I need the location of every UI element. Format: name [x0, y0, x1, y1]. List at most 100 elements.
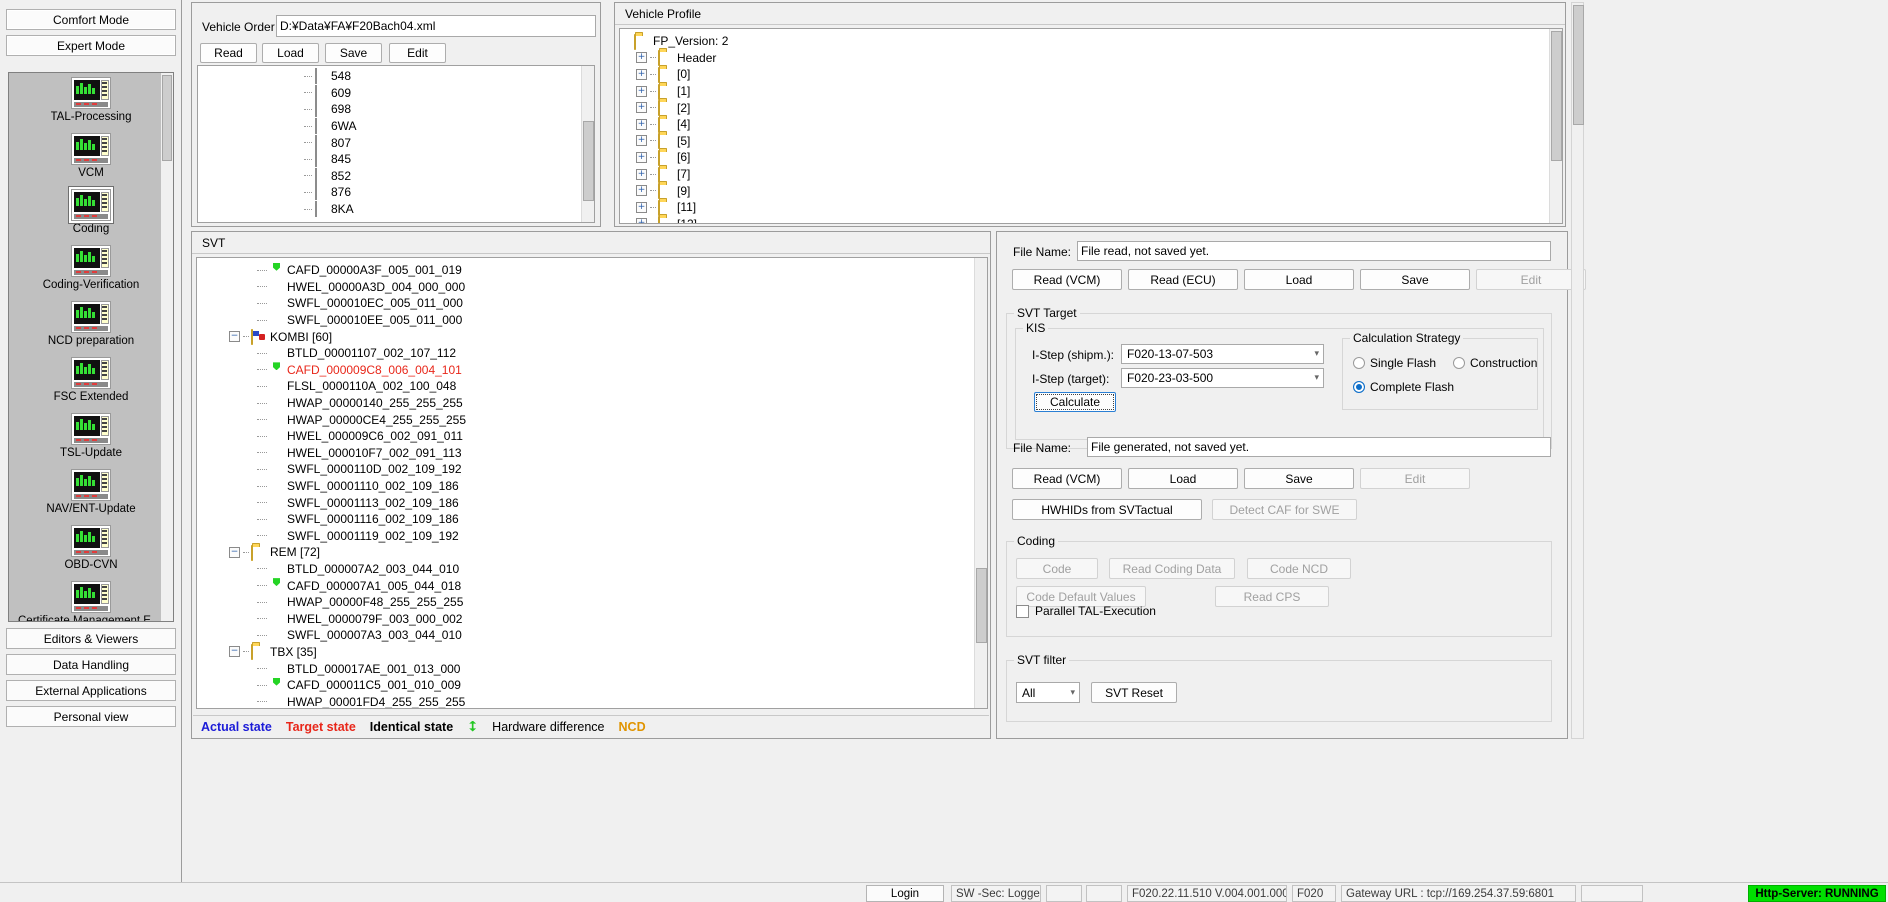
expand-icon[interactable]: + [636, 102, 647, 114]
istep-target-select[interactable]: F020-23-03-500 ▾ [1121, 368, 1324, 388]
svt-target-detect-caf-for-swe-button[interactable]: Detect CAF for SWE [1212, 499, 1357, 520]
vehicle-order-item[interactable]: 807 [198, 134, 594, 151]
coding-code-button[interactable]: Code [1016, 558, 1098, 579]
vehicle-order-item[interactable]: 845 [198, 151, 594, 168]
main-vertical-scrollbar[interactable] [1571, 2, 1584, 739]
vehicle-profile-node[interactable]: + [4] [624, 116, 1562, 133]
vehicle-profile-node[interactable]: + [12] [624, 216, 1562, 223]
vehicle-order-item[interactable]: 548 [198, 68, 594, 85]
svt-scrollbar-thumb[interactable] [976, 568, 987, 643]
vehicle-order-item[interactable]: 852 [198, 167, 594, 185]
sidebar-button-external-applications[interactable]: External Applications [6, 680, 176, 701]
sidebar-scrollbar-thumb[interactable] [162, 75, 172, 161]
sidebar-button-editors-viewers[interactable]: Editors & Viewers [6, 628, 176, 649]
svt-tree-row[interactable]: HWAP_00000140_255_255_255 [219, 395, 987, 412]
vehicle-order-item[interactable]: 6WA [198, 118, 594, 135]
vehicle-order-item[interactable]: 698 [198, 101, 594, 118]
vehicle-profile-node[interactable]: + [1] [624, 83, 1562, 100]
vehicle-order-save-button[interactable]: Save [325, 43, 382, 63]
svt-tree-row[interactable]: SWFL_000007A3_003_044_010 [219, 627, 987, 644]
coding-code-ncd-button[interactable]: Code NCD [1247, 558, 1351, 579]
function-icon-list[interactable]: TAL-Processing VCM Coding Coding-Verificati… [8, 72, 174, 622]
expand-icon[interactable]: + [636, 168, 647, 180]
svt-tree-row[interactable]: SWFL_0000110D_002_109_192 [219, 461, 987, 478]
svt-tree-row[interactable]: HWAP_00000CE4_255_255_255 [219, 411, 987, 428]
parallel-tal-execution-checkbox[interactable]: Parallel TAL-Execution [1016, 604, 1156, 618]
istep-shipm-select[interactable]: F020-13-07-503 ▾ [1121, 344, 1324, 364]
svt-actual-read-ecu-button[interactable]: Read (ECU) [1128, 269, 1238, 290]
svt-scrollbar[interactable] [974, 258, 987, 708]
svt-tree-row[interactable]: SWFL_00001119_002_109_192 [219, 528, 987, 545]
vehicle-order-item[interactable]: 876 [198, 184, 594, 201]
vehicle-order-edit-button[interactable]: Edit [389, 43, 446, 63]
vehicle-profile-node[interactable]: + [6] [624, 149, 1562, 166]
svt-tree-row[interactable]: SWFL_00001116_002_109_186 [219, 511, 987, 528]
svt-tree-row[interactable]: HWEL_000010F7_002_091_113 [219, 445, 987, 462]
expand-icon[interactable]: + [636, 52, 647, 64]
vehicle-profile-node[interactable]: + [7] [624, 166, 1562, 183]
calc-strategy-radio-complete-flash[interactable]: Complete Flash [1353, 380, 1454, 394]
sidebar-button-data-handling[interactable]: Data Handling [6, 654, 176, 675]
expand-icon[interactable]: + [636, 118, 647, 130]
vehicle-order-listbox[interactable]: 548 609 698 6WA 807 845 852 876 8KA [197, 65, 595, 223]
svt-target-save-button[interactable]: Save [1244, 468, 1354, 489]
vehicle-order-scrollbar-thumb[interactable] [583, 121, 594, 201]
svt-actual-read-vcm-button[interactable]: Read (VCM) [1012, 269, 1122, 290]
vehicle-order-item[interactable]: 8KA [198, 201, 594, 218]
svt-tree-row[interactable]: − KOMBI [60] [219, 328, 987, 346]
svt-tree-row[interactable]: SWFL_00001113_002_109_186 [219, 494, 987, 511]
expand-icon[interactable]: + [636, 218, 647, 223]
svt-tree-row[interactable]: HWEL_0000079F_003_000_002 [219, 610, 987, 627]
svt-target-hwhids-from-svtactual-button[interactable]: HWHIDs from SVTactual [1012, 499, 1202, 520]
sidebar-icon-fsc-extended[interactable]: FSC Extended [17, 357, 165, 403]
svt-tree-row[interactable]: SWFL_00001110_002_109_186 [219, 478, 987, 495]
expand-icon[interactable]: + [636, 185, 647, 197]
sidebar-icon-coding[interactable]: Coding [17, 189, 165, 235]
sidebar-icon-tal-processing[interactable]: TAL-Processing [17, 77, 165, 123]
coding-read-coding-data-button[interactable]: Read Coding Data [1109, 558, 1235, 579]
sidebar-icon-vcm[interactable]: VCM [17, 133, 165, 179]
svt-tree-row[interactable]: CAFD_000009C8_006_004_101 [219, 362, 987, 379]
vehicle-profile-root[interactable]: FP_Version: 2 [624, 33, 1562, 50]
vehicle-order-path-input[interactable]: D:¥Data¥FA¥F20Bach04.xml [276, 15, 596, 37]
vehicle-profile-node[interactable]: + [9] [624, 182, 1562, 200]
calc-strategy-radio-construction[interactable]: Construction [1453, 356, 1537, 370]
sidebar-icon-ncd-preparation[interactable]: NCD preparation [17, 301, 165, 347]
vehicle-profile-node[interactable]: + [0] [624, 66, 1562, 83]
svt-tree-row[interactable]: CAFD_000007A1_005_044_018 [219, 577, 987, 594]
svt-tree-row[interactable]: BTLD_00001107_002_107_112 [219, 345, 987, 362]
expand-icon[interactable]: + [636, 151, 647, 163]
svt-target-load-button[interactable]: Load [1128, 468, 1238, 489]
vehicle-order-item[interactable]: 609 [198, 84, 594, 102]
svt-tree-row[interactable]: − TBX [35] [219, 644, 987, 661]
vehicle-profile-listbox[interactable]: FP_Version: 2 + Header + [0] + [1] + [2] + [4] + [5]… [619, 28, 1563, 224]
svt-target-read-vcm-button[interactable]: Read (VCM) [1012, 468, 1122, 489]
vehicle-order-load-button[interactable]: Load [262, 43, 319, 63]
svt-reset-button[interactable]: SVT Reset [1091, 682, 1177, 703]
svt-tree-row[interactable]: HWAP_00001FD4_255_255_255 [219, 693, 987, 708]
vehicle-profile-scrollbar-thumb[interactable] [1551, 31, 1562, 161]
sidebar-icon-obd-cvn[interactable]: OBD-CVN [17, 525, 165, 571]
svt-tree-row[interactable]: CAFD_00000A3F_005_001_019 [219, 262, 987, 279]
vehicle-order-read-button[interactable]: Read [200, 43, 257, 63]
sidebar-icon-tsl-update[interactable]: TSL-Update [17, 413, 165, 459]
svt-target-edit-button[interactable]: Edit [1360, 468, 1470, 489]
file-name-input-1[interactable]: File read, not saved yet. [1077, 241, 1551, 261]
svt-actual-load-button[interactable]: Load [1244, 269, 1354, 290]
sidebar-icon-certificate-management-exte[interactable]: Certificate Management Exte... [17, 581, 165, 621]
expand-icon[interactable]: + [636, 135, 647, 147]
sidebar-button-personal-view[interactable]: Personal view [6, 706, 176, 727]
vehicle-profile-node[interactable]: + [11] [624, 199, 1562, 216]
calc-strategy-radio-single-flash[interactable]: Single Flash [1353, 356, 1436, 370]
collapse-icon[interactable]: − [229, 646, 240, 658]
vehicle-profile-node[interactable]: + Header [624, 50, 1562, 67]
vehicle-profile-scrollbar[interactable] [1549, 29, 1562, 223]
vehicle-profile-node[interactable]: + [5] [624, 133, 1562, 150]
collapse-icon[interactable]: − [229, 546, 240, 558]
svt-actual-edit-button[interactable]: Edit [1476, 269, 1586, 290]
expert-mode-button[interactable]: Expert Mode [6, 35, 176, 56]
svt-tree-row[interactable]: HWEL_00000A3D_004_000_000 [219, 279, 987, 296]
svt-tree-row[interactable]: CAFD_000011C5_001_010_009 [219, 677, 987, 694]
comfort-mode-button[interactable]: Comfort Mode [6, 9, 176, 30]
status-login-button[interactable]: Login [866, 885, 944, 902]
